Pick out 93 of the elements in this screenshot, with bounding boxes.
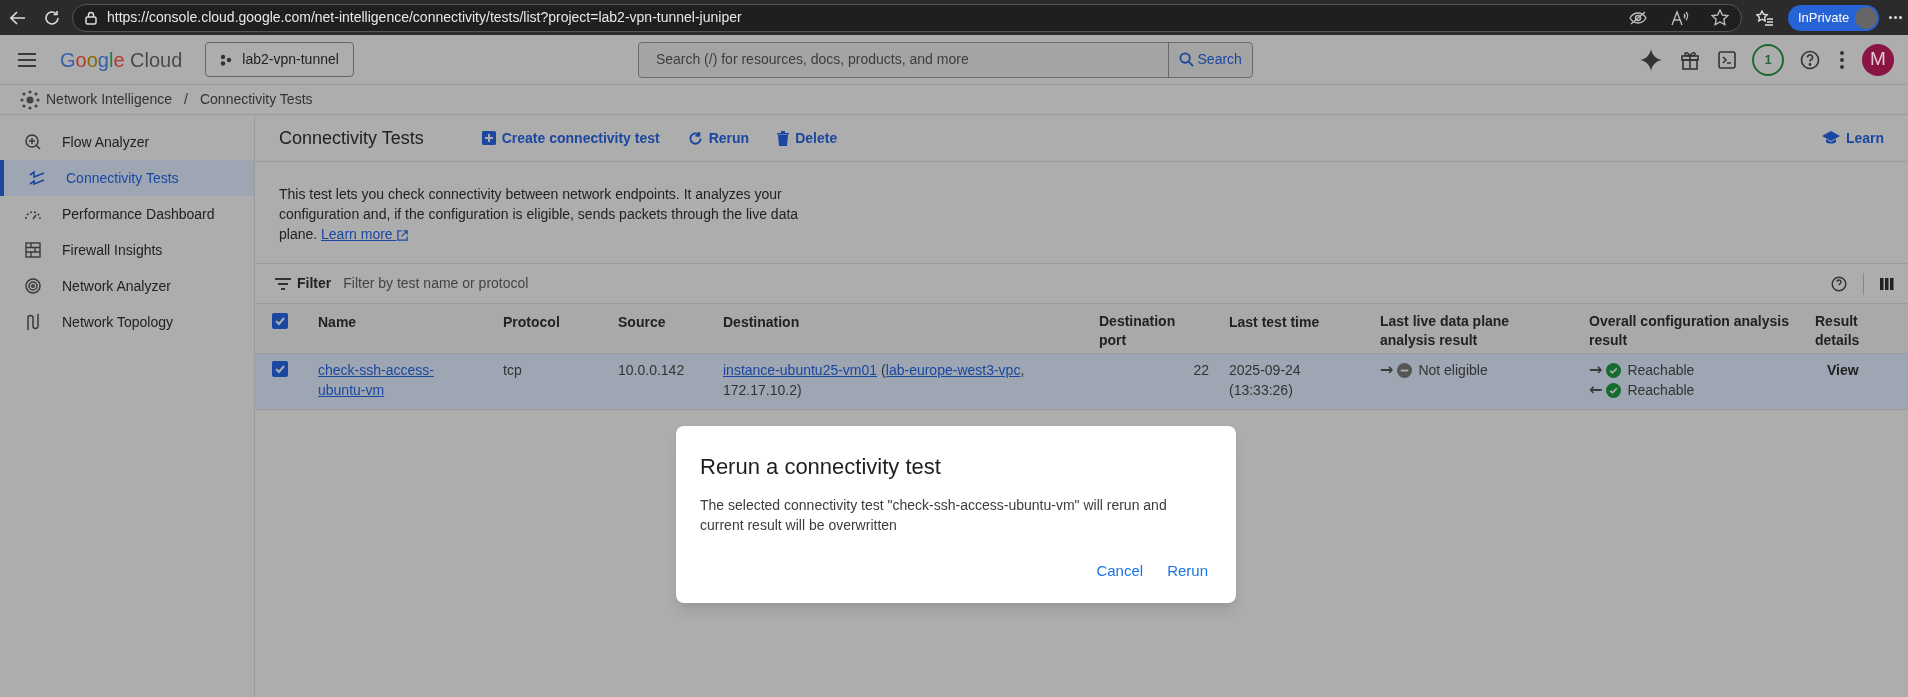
refresh-icon[interactable]: [44, 9, 60, 26]
arrow-text: →: [1380, 360, 1394, 380]
ip-address-text: 172.17.10.2): [723, 381, 802, 400]
filter-input[interactable]: Filter by test name or protocol: [343, 273, 1831, 294]
column-header[interactable]: Destination port: [1099, 312, 1179, 350]
dialog-title: Rerun a connectivity test: [700, 453, 942, 481]
spiral-icon: [24, 277, 42, 295]
dialog-message: The selected connectivity test "check-ssh-access-ubuntu-vm" will rerun and current result will be overwritten: [700, 496, 1168, 535]
graduation-cap-icon: [1821, 131, 1840, 145]
address-bar[interactable]: https://console.cloud.google.com/net-intelligence/connectivity/tests/list?project=lab2-vpn-tunnel-juniper: [72, 3, 1742, 32]
sidebar-item[interactable]: Flow Analyzer: [0, 124, 254, 160]
column-header[interactable]: Overall configuration analysis result: [1589, 312, 1789, 350]
result-status: Not eligible: [1418, 361, 1488, 380]
profile-avatar-icon: [1855, 6, 1878, 29]
inprivate-badge[interactable]: InPrivate: [1788, 4, 1880, 31]
back-arrow-icon[interactable]: [10, 10, 26, 25]
search-icon: [1178, 52, 1194, 67]
toolbar-action[interactable]: Delete: [777, 127, 838, 149]
parenthesis-text: (: [881, 361, 886, 380]
lock-icon: [85, 10, 97, 25]
arrow-text: →: [1589, 360, 1603, 380]
network-hub-icon: [20, 89, 40, 110]
check-circle-icon: [1606, 362, 1622, 378]
column-header[interactable]: Source: [618, 313, 666, 332]
breadcrumb-separator: /: [184, 90, 188, 109]
search-button[interactable]: Search: [1167, 42, 1252, 77]
arrow-text: ←: [1589, 380, 1603, 400]
column-header[interactable]: Name: [318, 313, 357, 332]
star-icon[interactable]: [1711, 8, 1729, 27]
column-header[interactable]: Result details: [1815, 312, 1875, 350]
filter-lines-icon: [275, 277, 291, 290]
dialog-button[interactable]: Cancel: [1088, 555, 1152, 587]
filter-button[interactable]: Filter: [275, 273, 332, 294]
port-cell: 22: [1193, 362, 1209, 378]
refresh-icon: [687, 130, 703, 146]
favorites-icon[interactable]: [1756, 9, 1774, 26]
column-header[interactable]: Protocol: [503, 313, 560, 332]
page-title: Connectivity Tests: [279, 126, 424, 150]
help-icon[interactable]: [1800, 49, 1820, 70]
sidebar-item[interactable]: Network Analyzer: [0, 268, 254, 304]
sidebar-item[interactable]: Network Topology: [0, 304, 254, 340]
sidebar-item[interactable]: Connectivity Tests: [0, 160, 254, 196]
description-text: This test lets you check connectivity between network endpoints. It analyzes your configuration and, if the configuration is eligible, sends packets through the live data plane. Learn more: [279, 185, 800, 244]
flow-search-icon: [24, 133, 42, 151]
last-test-time: (13:33:26): [1229, 381, 1293, 400]
column-header[interactable]: Last test time: [1229, 313, 1320, 332]
help-icon[interactable]: [1831, 275, 1847, 292]
sidebar-item[interactable]: Performance Dashboard: [0, 196, 254, 232]
topology-path-icon: [25, 313, 41, 331]
learn-link[interactable]: Learn: [1821, 127, 1884, 149]
checkbox[interactable]: [272, 361, 288, 377]
gift-icon[interactable]: [1680, 49, 1700, 70]
terminal-icon[interactable]: [1718, 50, 1736, 69]
account-avatar[interactable]: M: [1862, 43, 1894, 76]
eye-slash-icon[interactable]: [1629, 10, 1647, 25]
result-status: Reachable: [1627, 361, 1695, 380]
protocol-cell: tcp: [503, 362, 522, 378]
breadcrumb-link[interactable]: Network Intelligence: [46, 89, 173, 110]
project-picker[interactable]: lab2-vpn-tunnel: [205, 42, 354, 77]
google-cloud-logo[interactable]: Google Cloud: [60, 44, 183, 75]
toolbar-action[interactable]: Create connectivity test: [481, 127, 660, 149]
column-display-icon[interactable]: [1880, 276, 1894, 291]
add-box-icon: [481, 131, 496, 145]
brick-wall-icon: [25, 242, 41, 258]
instance-link[interactable]: instance-ubuntu25-vm01: [723, 360, 878, 380]
search-field[interactable]: Search (/) for resources, docs, products, and more Search: [637, 41, 1253, 78]
learn-more-link[interactable]: Learn more: [321, 226, 408, 242]
checkbox[interactable]: [272, 313, 288, 329]
last-test-date: 2025-09-24: [1229, 361, 1301, 380]
dialog-button[interactable]: Rerun: [1159, 555, 1216, 587]
more-dots-icon[interactable]: [1889, 16, 1903, 19]
sparkle-icon[interactable]: [1640, 48, 1662, 71]
source-cell: 10.0.0.142: [618, 362, 685, 378]
view-link[interactable]: View: [1827, 362, 1859, 378]
read-aloud-icon[interactable]: [1671, 9, 1689, 26]
more-vert-icon[interactable]: [1840, 50, 1844, 69]
breadcrumb-link[interactable]: Connectivity Tests: [199, 89, 313, 110]
comma-text: ,: [1020, 361, 1025, 380]
menu-icon[interactable]: [18, 52, 36, 67]
test-name-link[interactable]: check-ssh-access-ubuntu-vm: [318, 360, 443, 400]
result-status: Reachable: [1627, 381, 1695, 400]
project-dots-icon: [220, 53, 233, 66]
table-row[interactable]: check-ssh-access-ubuntu-vm tcp 10.0.0.142 instance-ubuntu25-vm01 (lab-europe-west3-vpc, 172.17.10.2) 22 2025-09-24 (13:33:26) → Not eligible → Reachable ← Reachable View: [255, 354, 1908, 410]
column-header[interactable]: Last live data plane analysis result: [1380, 312, 1530, 350]
minus-circle-icon: [1397, 362, 1413, 378]
zigzag-lines-icon: [28, 169, 46, 187]
sidebar-item[interactable]: Firewall Insights: [0, 232, 254, 268]
external-link-icon: [396, 229, 408, 241]
url-text: https://console.cloud.google.com/net-intelligence/connectivity/tests/list?project=lab2-vpn-tunnel-juniper: [107, 8, 742, 27]
column-header[interactable]: Destination: [723, 313, 800, 332]
check-circle-icon: [1606, 382, 1622, 398]
trash-icon: [777, 130, 790, 146]
toolbar-action[interactable]: Rerun: [687, 127, 750, 149]
